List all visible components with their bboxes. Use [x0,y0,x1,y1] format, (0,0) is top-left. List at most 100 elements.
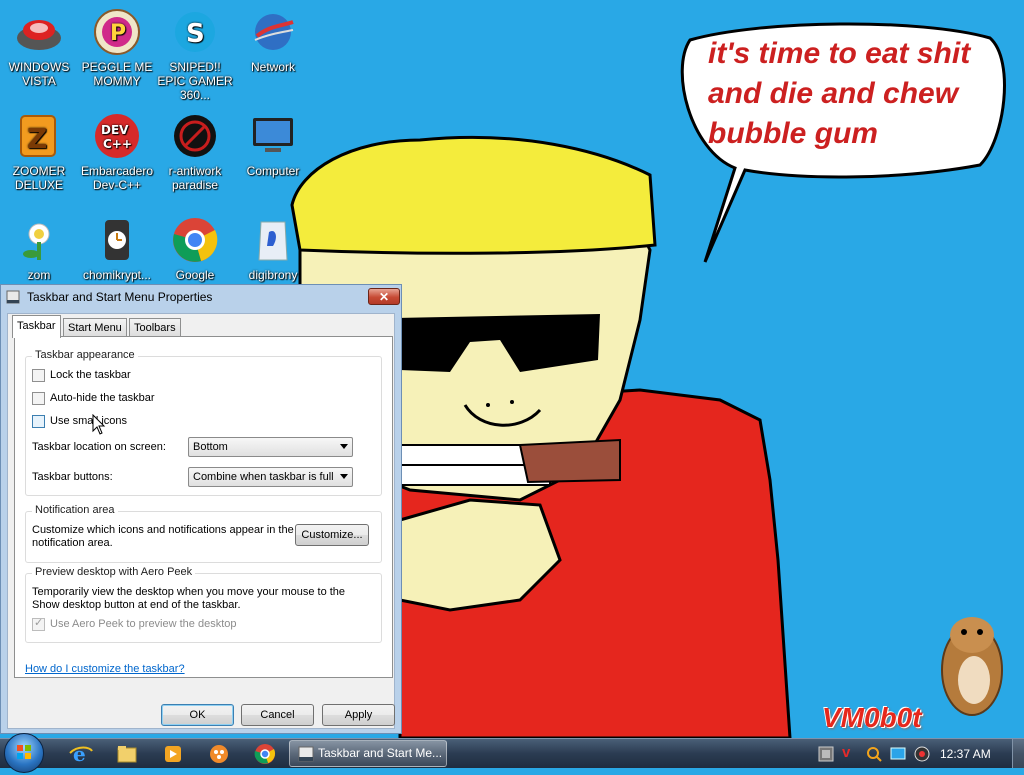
desktop-icon-label: Embarcadero Dev-C++ [80,164,154,192]
tray-search-icon[interactable] [866,746,882,762]
desktop-icon-computer[interactable]: Computer [234,112,312,178]
taskbar-buttons-select[interactable]: Combine when taskbar is full [188,467,353,487]
svg-text:DEV: DEV [101,123,129,137]
desktop-icon-label: ZOOMER DELUXE [12,164,66,192]
location-label: Taskbar location on screen: [32,441,166,453]
aero-peek-label[interactable]: Use Aero Peek to preview the desktop [50,618,237,630]
tray-v-icon[interactable]: v [842,745,858,762]
vista-app-icon [15,8,63,56]
clock-app-icon [93,216,141,264]
notification-text: notification area. [32,537,113,549]
chevron-down-icon [340,444,348,449]
desktop-icon-sniped[interactable]: S SNIPED!! EPIC GAMER 360... [156,8,234,102]
tab-taskbar[interactable]: Taskbar [12,315,61,338]
aero-peek-checkbox[interactable] [32,616,45,631]
show-desktop-button[interactable] [1012,739,1024,768]
start-button[interactable] [4,733,44,773]
skype-icon: S [171,8,219,56]
help-link[interactable]: How do I customize the taskbar? [25,663,185,675]
desktop-icon-label: PEGGLE ME MOMMY [81,60,153,88]
small-icons-label[interactable]: Use small icons [50,415,127,427]
windows-logo-icon [17,745,31,759]
cancel-button[interactable]: Cancel [241,704,314,726]
buttons-value: Combine when taskbar is full [193,471,334,483]
svg-text:P: P [110,21,126,46]
taskbar: e Taskbar and Start Me... v 12:37 AM [0,733,1024,773]
tab-toolbars[interactable]: Toolbars [129,318,181,337]
network-globe-icon [249,8,297,56]
dialog-body: Taskbar Start Menu Toolbars Taskbar appe… [7,313,395,729]
desktop-icon-label: WINDOWS VISTA [8,60,70,88]
computer-monitor-icon [249,112,297,160]
customize-button[interactable]: Customize... [295,524,369,546]
taskbar-location-select[interactable]: Bottom [188,437,353,457]
group-title: Taskbar appearance [32,349,138,361]
notification-text: Customize which icons and notifications … [32,524,294,536]
desktop-icon-google[interactable]: Google [156,216,234,282]
taskbar-appearance-group: Taskbar appearance Lock the taskbar Auto… [25,349,382,496]
taskbar-pin-explorer[interactable] [108,741,146,767]
desktop-icon-peggle[interactable]: P PEGGLE ME MOMMY [78,8,156,88]
group-title: Preview desktop with Aero Peek [32,566,196,578]
desktop-icon-label: r-antiwork paradise [168,164,222,192]
speech-line: it's time to eat shit [708,37,971,70]
small-icons-checkbox[interactable] [32,415,45,428]
taskbar-properties-dialog: Taskbar and Start Menu Properties ✕ Task… [0,284,402,734]
plants-zombies-icon [15,216,63,264]
mouse-cursor-icon [92,414,106,435]
tab-start-menu[interactable]: Start Menu [63,318,127,337]
taskbar-clock[interactable]: 12:37 AM [940,747,991,761]
digibrony-icon [249,216,297,264]
desktop-icon-label: SNIPED!! EPIC GAMER 360... [157,60,233,102]
tray-speaker-icon[interactable] [914,746,930,762]
desktop-icon-chomikrypt[interactable]: chomikrypt... [78,216,156,282]
antiwork-icon [171,112,219,160]
media-player-icon [165,746,181,762]
svg-text:Z: Z [27,122,47,155]
taskbar-pin-ie[interactable]: e [62,741,100,767]
task-label: Taskbar and Start Me... [318,746,443,760]
speech-bubble-text: it's time to eat shit and die and chew b… [708,34,1008,154]
desktop-icon-zoomer[interactable]: Z ZOOMER DELUXE [0,112,78,192]
tray-display-icon[interactable] [890,746,906,762]
desktop-icon-network[interactable]: Network [234,8,312,74]
apply-button[interactable]: Apply [322,704,395,726]
lock-taskbar-label[interactable]: Lock the taskbar [50,369,131,381]
aero-peek-text: Show desktop button at end of the taskba… [32,599,241,611]
taskbar-pin-media-player[interactable] [154,741,192,767]
taskbar-pin-paint[interactable] [200,741,238,767]
taskbar-pin-chrome[interactable] [246,741,284,767]
desktop-icon-windows-vista[interactable]: WINDOWS VISTA [0,8,78,88]
location-value: Bottom [193,441,228,453]
desktop-icon-label: digibrony [248,268,298,282]
ok-button[interactable]: OK [161,704,234,726]
desktop-icon-devcpp[interactable]: DEV C++ Embarcadero Dev-C++ [78,112,156,192]
taskbar-task-properties[interactable]: Taskbar and Start Me... [289,740,447,767]
desktop-icon-label: chomikrypt... [82,268,151,282]
autohide-checkbox[interactable] [32,392,45,405]
chrome-icon [171,216,219,264]
svg-text:C++: C++ [103,137,132,151]
lock-taskbar-checkbox[interactable] [32,369,45,382]
dialog-titlebar[interactable]: Taskbar and Start Menu Properties ✕ [1,285,401,311]
desktop-icon-zom[interactable]: zom [0,216,78,282]
devcpp-icon: DEV C++ [93,112,141,160]
paint-app-icon [210,745,228,763]
notification-area-group: Notification area Customize which icons … [25,504,382,563]
desktop-icon-antiwork[interactable]: r-antiwork paradise [156,112,234,192]
taskbar-tab-panel: Taskbar appearance Lock the taskbar Auto… [14,336,393,678]
wallpaper-signature: VM0b0t [822,702,922,733]
desktop-icon-label: Google [175,268,215,282]
tray-app-icon[interactable] [818,746,834,762]
internet-explorer-icon: e [69,742,93,766]
windows-explorer-icon [117,746,137,763]
desktop-icon-label: Network [250,60,295,74]
desktop-icon-digibrony[interactable]: digibrony [234,216,312,282]
speech-line: bubble gum [708,117,878,150]
close-button[interactable]: ✕ [368,288,400,305]
autohide-label[interactable]: Auto-hide the taskbar [50,392,155,404]
taskbar-buttons-label: Taskbar buttons: [32,471,113,483]
aero-peek-group: Preview desktop with Aero Peek Temporari… [25,566,382,643]
aero-peek-text: Temporarily view the desktop when you mo… [32,586,346,598]
desktop-icon-label: zom [27,268,51,282]
